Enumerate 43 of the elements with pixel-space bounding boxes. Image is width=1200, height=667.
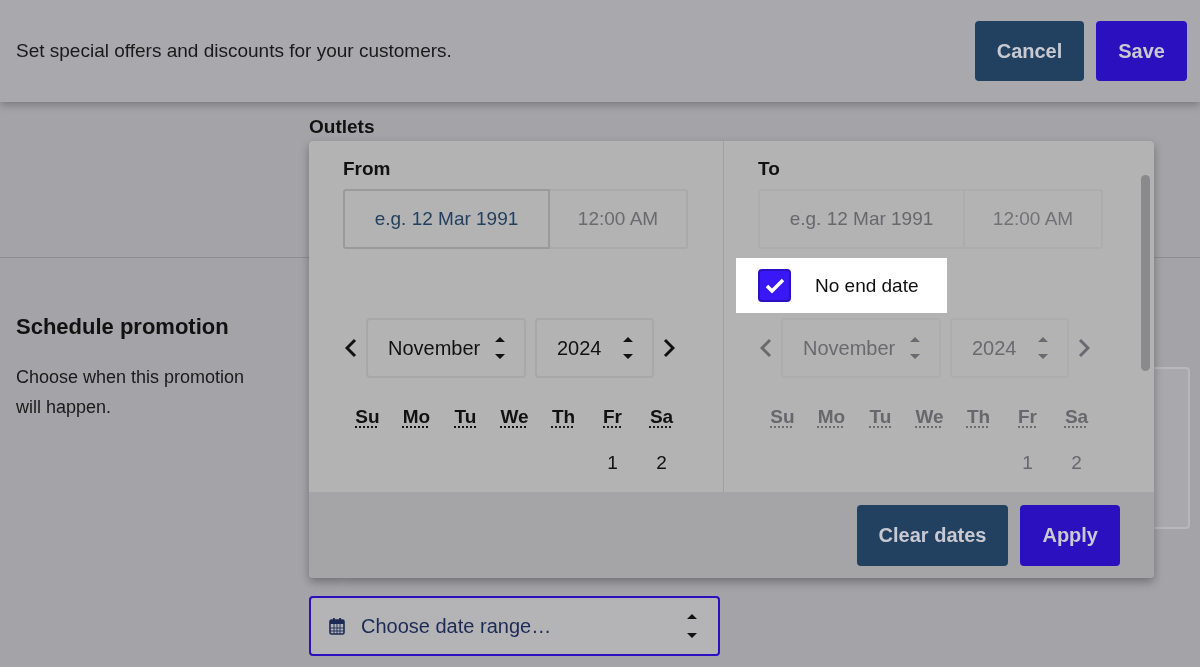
weekday-header: Sa [648,406,675,428]
weekday-header: Mo [401,406,432,428]
date-input[interactable]: e.g. 12 Mar 1991 [343,189,550,249]
picker-button[interactable]: Apply [1020,504,1120,566]
chevron-right-icon[interactable] [663,338,675,358]
header-button[interactable]: Save [1096,21,1187,81]
year-select[interactable]: 2024 [535,318,654,378]
column-label: From [343,157,392,181]
weekday-header: Th [550,406,577,428]
calendar-icon [329,617,345,635]
weekday-header: Th [965,406,992,428]
scrollbar[interactable] [1141,175,1150,371]
weekday-header: Mo [816,406,847,428]
up-down-icon [686,612,698,640]
column-label: To [758,157,781,181]
header-button[interactable]: Cancel [974,21,1085,81]
no-end-date-checkbox-row[interactable]: No end date [736,258,947,313]
weekday-header: Sa [1063,406,1090,428]
weekday-header: We [914,406,945,428]
picker-button[interactable]: Clear dates [856,504,1009,566]
calendar-day[interactable]: 2 [637,452,686,474]
checkbox[interactable] [758,269,791,302]
section-title: Schedule promotion [16,314,230,340]
weekday-header: Tu [868,406,893,428]
month-select[interactable]: November [366,318,526,378]
section-description: Choose when this promotion will happen. [16,366,246,419]
weekday-header: We [499,406,530,428]
checkbox-label: No end date [815,274,919,297]
up-down-icon [1037,334,1049,362]
outlets-label: Outlets [309,116,375,137]
chevron-left-icon[interactable] [345,338,357,358]
up-down-icon [909,334,921,362]
weekday-header: Su [769,406,796,428]
weekday-header: Tu [453,406,478,428]
checkmark-icon [763,276,786,295]
weekday-header: Su [354,406,381,428]
weekday-header: Fr [1017,406,1038,428]
date-range-field[interactable]: Choose date range… [309,596,720,656]
up-down-icon [622,334,634,362]
weekday-header: Fr [602,406,623,428]
up-down-icon [494,334,506,362]
page-description: Set special offers and discounts for your customers. [16,40,452,62]
calendar-day[interactable]: 1 [588,452,637,474]
